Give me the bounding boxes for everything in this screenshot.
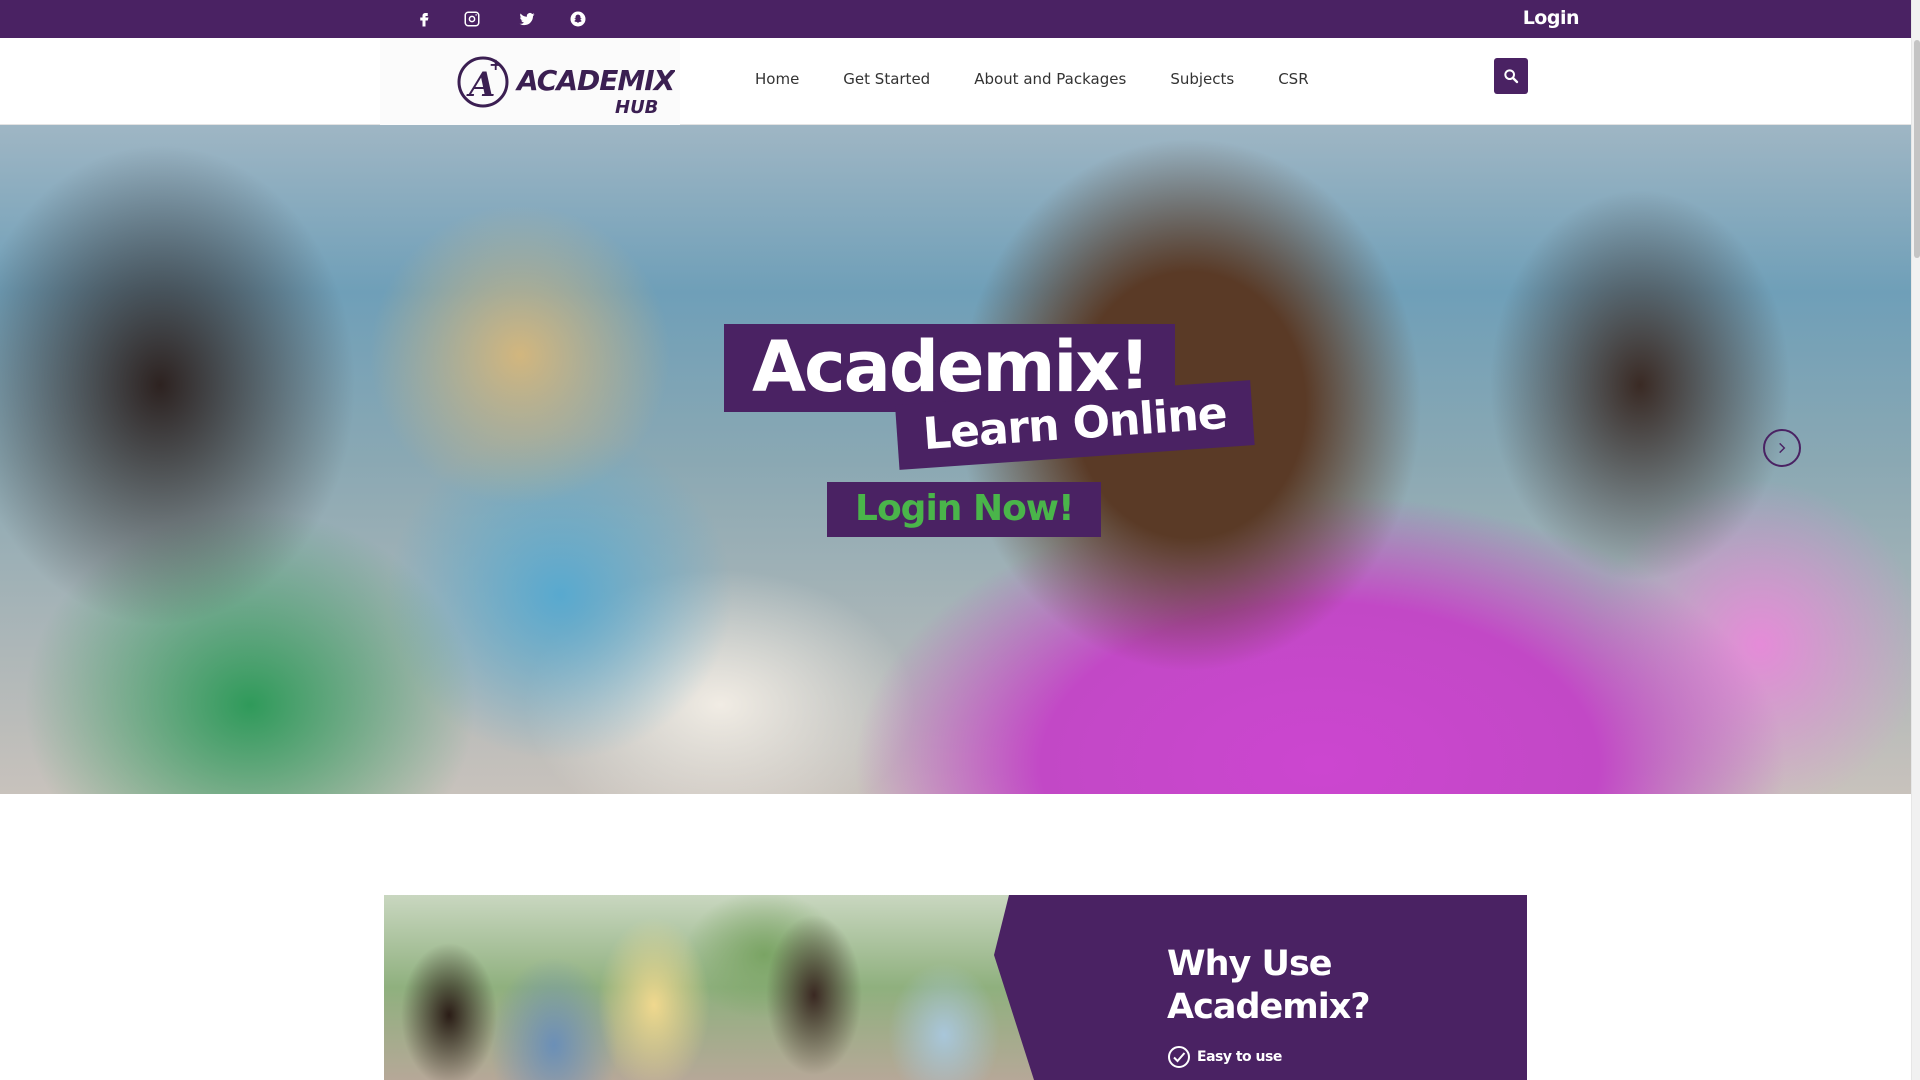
login-link[interactable]: Login [1523, 7, 1580, 29]
facebook-icon[interactable] [414, 9, 434, 29]
nav-home[interactable]: Home [755, 70, 799, 88]
login-now-button[interactable]: Login Now! [827, 482, 1102, 537]
page-scrollbar[interactable] [1911, 0, 1920, 1080]
logo-sub: HUB [615, 97, 658, 118]
why-title: Why Use Academix? [1167, 943, 1371, 1029]
students-photo [384, 895, 1034, 1080]
svg-text:+: + [489, 55, 502, 74]
logo-brand: ACADEMIX [515, 64, 675, 97]
instagram-icon[interactable] [462, 9, 482, 29]
twitter-icon[interactable] [517, 9, 537, 29]
search-icon [1504, 69, 1519, 84]
hero-slider: Academix! Learn Online Login Now! [0, 125, 1911, 794]
why-title-line2: Academix? [1167, 987, 1371, 1027]
top-bar: Login [0, 0, 1911, 38]
why-title-line1: Why Use [1167, 944, 1333, 984]
chevron-right-icon [1779, 442, 1786, 454]
why-use-section: Why Use Academix? Easy to use [384, 895, 1527, 1080]
feature-item: Easy to use [1167, 1045, 1282, 1069]
nav-about-packages[interactable]: About and Packages [974, 70, 1126, 88]
nav-subjects[interactable]: Subjects [1170, 70, 1234, 88]
slider-next-button[interactable] [1763, 429, 1801, 467]
snapchat-icon[interactable] [568, 9, 588, 29]
site-header: A + ACADEMIX HUB Home Get Started About … [0, 38, 1911, 125]
academix-hub-logo: A + ACADEMIX HUB [457, 55, 675, 118]
scrollbar-thumb[interactable] [1914, 40, 1920, 258]
search-button[interactable] [1494, 58, 1528, 94]
main-nav: Home Get Started About and Packages Subj… [755, 70, 1353, 88]
feature-label: Easy to use [1197, 1049, 1282, 1065]
check-circle-icon [1168, 1046, 1190, 1068]
site-logo[interactable]: A + ACADEMIX HUB [380, 38, 680, 125]
nav-get-started[interactable]: Get Started [843, 70, 930, 88]
nav-csr[interactable]: CSR [1278, 70, 1308, 88]
